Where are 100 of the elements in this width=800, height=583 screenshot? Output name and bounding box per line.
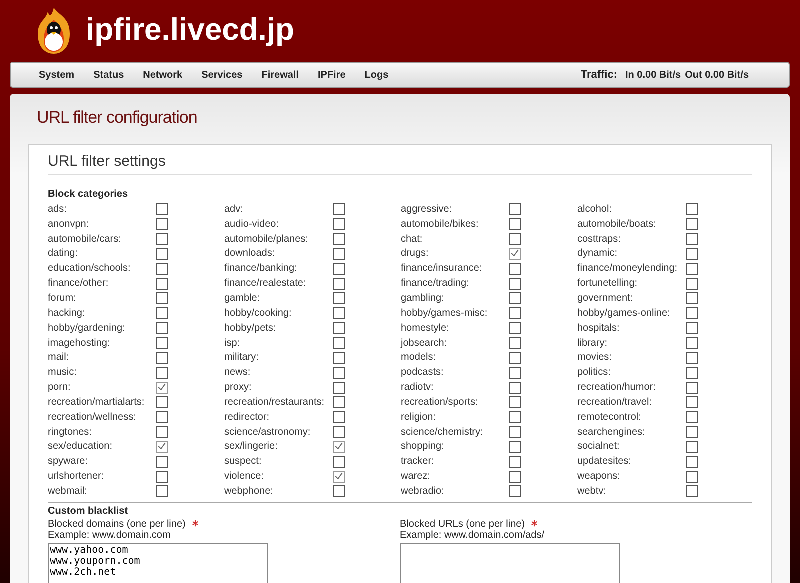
category-checkbox[interactable] <box>686 233 698 246</box>
category-checkbox[interactable] <box>332 352 344 364</box>
category-checkbox[interactable] <box>332 292 344 304</box>
category-checkbox[interactable] <box>686 456 698 468</box>
category-checkbox[interactable] <box>686 396 698 408</box>
category-label: finance/banking: <box>224 263 298 274</box>
category-checkbox[interactable] <box>686 382 698 394</box>
category-checkbox[interactable] <box>156 426 168 438</box>
category-label: music: <box>48 367 78 378</box>
category-checkbox[interactable] <box>509 322 521 334</box>
category-checkbox[interactable] <box>156 352 168 364</box>
category-checkbox[interactable] <box>156 278 168 290</box>
category-checkbox[interactable] <box>156 203 168 216</box>
category-checkbox[interactable] <box>509 352 521 364</box>
category-checkbox[interactable] <box>332 233 344 246</box>
category-checkbox[interactable] <box>332 307 344 320</box>
category-checkbox[interactable] <box>686 218 698 230</box>
category-checkbox[interactable] <box>156 366 168 379</box>
category-checkbox[interactable] <box>156 233 168 246</box>
category-checkbox[interactable] <box>686 366 698 379</box>
category-checkbox[interactable] <box>686 292 698 304</box>
category-checkbox[interactable] <box>509 382 521 394</box>
category-checkbox[interactable] <box>509 262 521 275</box>
category-label: science/astronomy: <box>224 426 312 438</box>
category-label: sex/education: <box>48 441 114 452</box>
category-checkbox[interactable] <box>686 440 698 453</box>
category-label: drugs: <box>401 248 430 260</box>
category-checkbox[interactable] <box>509 366 521 379</box>
category-checkbox[interactable] <box>332 456 344 468</box>
category-checkbox[interactable] <box>509 233 521 246</box>
category-checkbox[interactable] <box>509 440 521 453</box>
category-checkbox[interactable] <box>686 426 698 438</box>
category-checkbox[interactable] <box>156 485 168 498</box>
category-label: recreation/sports: <box>401 396 480 408</box>
nav-menu-item[interactable]: Firewall <box>262 70 299 80</box>
category-checkbox[interactable] <box>156 470 168 483</box>
category-checkbox[interactable] <box>686 337 698 350</box>
category-checkbox[interactable] <box>686 470 698 483</box>
category-checkbox[interactable] <box>686 262 698 275</box>
category-checkbox[interactable] <box>332 396 344 408</box>
category-checkbox[interactable] <box>332 262 344 275</box>
category-checkbox[interactable] <box>686 485 698 498</box>
category-checkbox[interactable] <box>332 248 344 260</box>
category-checkbox[interactable] <box>332 366 344 379</box>
nav-menu-item[interactable]: System <box>39 70 75 80</box>
category-label: anonvpn: <box>48 218 90 230</box>
category-checkbox[interactable] <box>686 203 698 216</box>
category-checkbox[interactable] <box>332 411 344 424</box>
category-checkbox[interactable] <box>509 218 521 230</box>
category-checkbox[interactable] <box>332 426 344 438</box>
category-checkbox[interactable] <box>509 278 521 290</box>
category-checkbox[interactable] <box>509 470 521 483</box>
category-checkbox[interactable] <box>509 396 521 408</box>
category-checkbox[interactable] <box>509 203 521 216</box>
category-checkbox[interactable] <box>156 396 168 408</box>
nav-menu-item[interactable]: Logs <box>364 70 389 80</box>
category-checkbox[interactable] <box>156 382 168 394</box>
category-label: webtv: <box>578 486 608 497</box>
category-checkbox[interactable] <box>156 292 168 304</box>
category-checkbox[interactable] <box>332 382 344 394</box>
category-checkbox[interactable] <box>686 352 698 364</box>
category-checkbox[interactable] <box>509 456 521 468</box>
category-checkbox[interactable] <box>156 456 168 468</box>
category-checkbox[interactable] <box>509 337 521 350</box>
category-checkbox[interactable] <box>686 411 698 424</box>
category-checkbox[interactable] <box>332 470 344 483</box>
category-checkbox[interactable] <box>332 485 344 498</box>
category-checkbox[interactable] <box>509 307 521 320</box>
category-label: podcasts: <box>401 367 445 378</box>
nav-menu-item[interactable]: Status <box>94 70 124 80</box>
category-checkbox[interactable] <box>156 440 168 453</box>
category-checkbox[interactable] <box>509 248 521 260</box>
category-checkbox[interactable] <box>156 307 168 320</box>
category-checkbox[interactable] <box>332 218 344 230</box>
category-checkbox[interactable] <box>332 440 344 453</box>
blacklist-textarea[interactable]: www.yahoo.com www.youporn.com www.2ch.net <box>48 542 268 583</box>
category-checkbox[interactable] <box>156 322 168 334</box>
nav-menu-item[interactable]: Network <box>143 70 183 80</box>
category-label: military: <box>224 352 260 364</box>
category-label: radiotv: <box>401 382 435 394</box>
category-checkbox[interactable] <box>332 203 344 216</box>
category-checkbox[interactable] <box>686 307 698 320</box>
nav-menu-item[interactable]: Services <box>202 70 243 80</box>
category-checkbox[interactable] <box>156 411 168 424</box>
category-checkbox[interactable] <box>509 485 521 498</box>
category-checkbox[interactable] <box>156 248 168 260</box>
category-checkbox[interactable] <box>156 262 168 275</box>
category-checkbox[interactable] <box>156 218 168 230</box>
category-checkbox[interactable] <box>509 426 521 438</box>
category-checkbox[interactable] <box>509 411 521 424</box>
category-checkbox[interactable] <box>686 278 698 290</box>
category-checkbox[interactable] <box>509 292 521 304</box>
category-checkbox[interactable] <box>686 322 698 334</box>
category-checkbox[interactable] <box>332 337 344 350</box>
category-checkbox[interactable] <box>332 322 344 334</box>
nav-menu-item[interactable]: IPFire <box>318 70 346 80</box>
category-checkbox[interactable] <box>686 248 698 260</box>
category-checkbox[interactable] <box>156 337 168 350</box>
category-label: recreation/wellness: <box>48 412 138 423</box>
category-checkbox[interactable] <box>332 278 344 290</box>
